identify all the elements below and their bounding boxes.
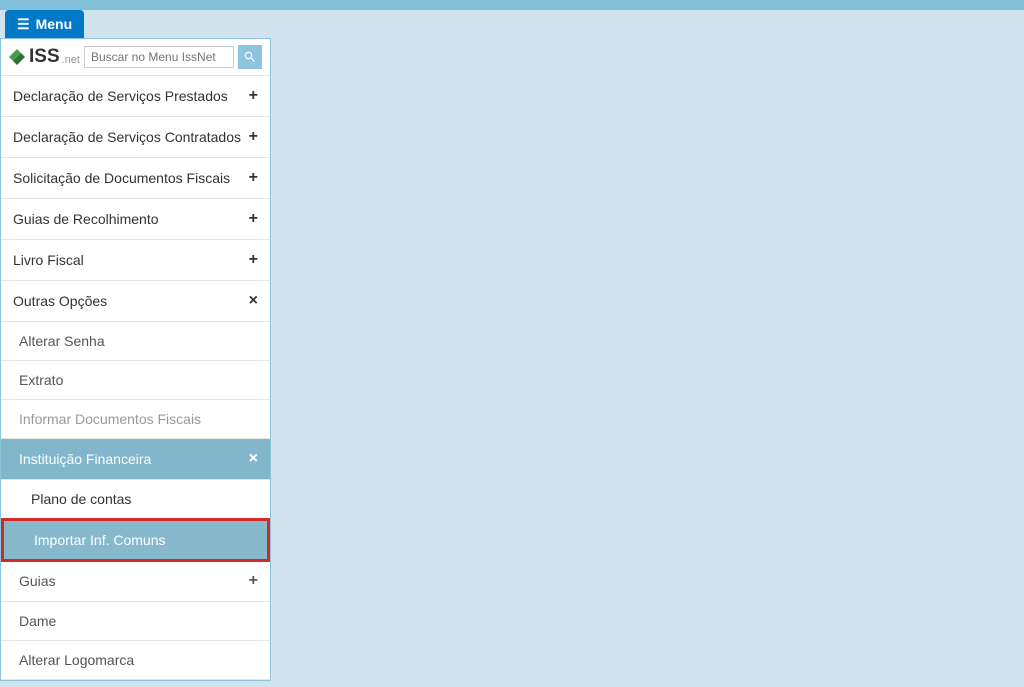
sub2-item-plano-contas[interactable]: Plano de contas — [1, 480, 270, 519]
search-input[interactable] — [84, 46, 234, 68]
close-icon: × — [249, 450, 258, 468]
menu-item-label: Declaração de Serviços Contratados — [13, 129, 241, 145]
submenu-item-informar-documentos[interactable]: Informar Documentos Fiscais — [1, 400, 270, 439]
logo: ISS .net — [9, 46, 80, 68]
sidebar-header: ISS .net — [1, 39, 270, 76]
menu-item-servicos-prestados[interactable]: Declaração de Serviços Prestados + — [1, 76, 270, 117]
submenu-item-label: Alterar Senha — [19, 333, 105, 349]
top-bar — [0, 0, 1024, 10]
sub2-item-label: Importar Inf. Comuns — [34, 532, 166, 548]
menu-item-label: Guias de Recolhimento — [13, 211, 159, 227]
submenu-item-label: Instituição Financeira — [19, 451, 151, 467]
sidebar: ISS .net Declaração de Serviços Prestado… — [0, 38, 271, 681]
menu-item-label: Livro Fiscal — [13, 252, 84, 268]
menu-item-documentos-fiscais[interactable]: Solicitação de Documentos Fiscais + — [1, 158, 270, 199]
submenu-item-label: Dame — [19, 613, 56, 629]
plus-icon: + — [249, 251, 258, 269]
menu-item-label: Outras Opções — [13, 293, 107, 309]
menu-list: Declaração de Serviços Prestados + Decla… — [1, 76, 270, 680]
menu-item-guias-recolhimento[interactable]: Guias de Recolhimento + — [1, 199, 270, 240]
plus-icon: + — [249, 210, 258, 228]
menu-item-label: Declaração de Serviços Prestados — [13, 88, 228, 104]
close-icon: × — [249, 292, 258, 310]
submenu-item-label: Guias — [19, 573, 56, 589]
menu-button-label: Menu — [36, 16, 73, 32]
menu-toggle-button[interactable]: ☰ Menu — [5, 10, 84, 38]
sub2-item-label: Plano de contas — [31, 491, 131, 507]
submenu-item-extrato[interactable]: Extrato — [1, 361, 270, 400]
search-button[interactable] — [238, 45, 262, 69]
hamburger-icon: ☰ — [17, 17, 30, 31]
plus-icon: + — [249, 169, 258, 187]
submenu-item-alterar-logomarca[interactable]: Alterar Logomarca — [1, 641, 270, 680]
menu-item-livro-fiscal[interactable]: Livro Fiscal + — [1, 240, 270, 281]
menu-item-outras-opcoes[interactable]: Outras Opções × — [1, 281, 270, 322]
submenu-item-label: Alterar Logomarca — [19, 652, 134, 668]
submenu-item-dame[interactable]: Dame — [1, 602, 270, 641]
search-icon — [243, 50, 257, 64]
logo-text-main: ISS — [29, 46, 60, 68]
sub2-item-importar-inf-comuns[interactable]: Importar Inf. Comuns — [1, 518, 270, 562]
submenu-item-guias[interactable]: Guias + — [1, 561, 270, 602]
logo-text-sub: .net — [62, 54, 80, 66]
submenu-item-instituicao-financeira[interactable]: Instituição Financeira × — [1, 439, 270, 480]
plus-icon: + — [249, 87, 258, 105]
plus-icon: + — [249, 572, 258, 590]
plus-icon: + — [249, 128, 258, 146]
submenu-item-label: Extrato — [19, 372, 63, 388]
submenu-item-label: Informar Documentos Fiscais — [19, 411, 201, 427]
submenu-item-alterar-senha[interactable]: Alterar Senha — [1, 322, 270, 361]
logo-icon — [9, 49, 25, 65]
menu-item-label: Solicitação de Documentos Fiscais — [13, 170, 230, 186]
menu-item-servicos-contratados[interactable]: Declaração de Serviços Contratados + — [1, 117, 270, 158]
